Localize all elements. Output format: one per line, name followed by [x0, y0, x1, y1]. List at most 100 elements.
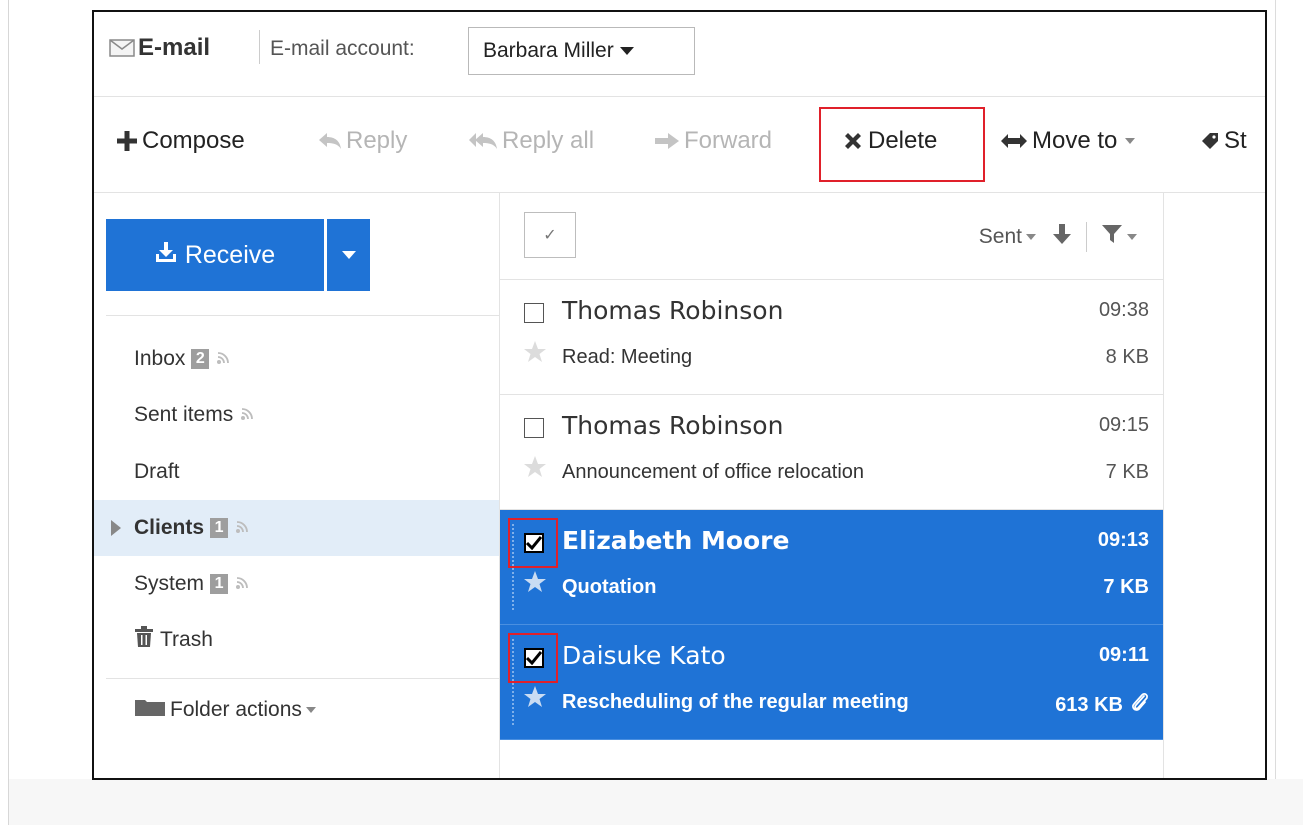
email-app-window: E-mail E-mail account: Barbara Miller Co…: [92, 10, 1267, 780]
message-subject: Rescheduling of the regular meeting: [562, 691, 909, 713]
sidebar-divider: [106, 678, 499, 679]
compose-button[interactable]: Compose: [116, 127, 245, 155]
sort-field-dropdown[interactable]: Sent: [979, 225, 1022, 249]
expand-arrow-icon[interactable]: [111, 520, 121, 536]
message-time: 09:11: [1098, 644, 1149, 666]
envelope-icon: [109, 39, 135, 57]
paperclip-icon: [1131, 691, 1149, 719]
receive-options-button[interactable]: [327, 219, 370, 291]
forward-label: Forward: [684, 127, 773, 154]
folder-label: System: [134, 572, 205, 595]
message-list-pane: ✓ Sent Thomas Robinson 09:38 Read: Meeti…: [500, 193, 1164, 778]
action-toolbar: Compose Reply Reply all Forward Delete M…: [94, 97, 1265, 193]
message-size-text: 613 KB: [1055, 693, 1123, 716]
star-icon[interactable]: [523, 340, 547, 369]
account-label: E-mail account:: [270, 37, 415, 60]
move-to-button[interactable]: Move to: [1000, 127, 1136, 155]
reply-all-arrow-icon: [468, 132, 498, 150]
sidebar-item-system[interactable]: System 1: [94, 556, 499, 612]
message-time: 09:13: [1097, 529, 1149, 551]
unread-count-badge: 1: [210, 518, 229, 538]
message-sender: Thomas Robinson: [562, 296, 784, 325]
rss-icon: [216, 347, 230, 371]
folder-actions-menu[interactable]: Folder actions: [134, 697, 316, 723]
folder-label: Trash: [160, 628, 213, 651]
sort-controls: Sent: [979, 222, 1137, 252]
checkbox-highlight-box: [508, 518, 558, 568]
star-icon[interactable]: [523, 455, 547, 484]
rss-icon: [235, 572, 249, 596]
account-dropdown[interactable]: Barbara Miller: [468, 27, 695, 75]
page-left-border: [8, 0, 9, 825]
sidebar-item-trash[interactable]: Trash: [94, 612, 499, 668]
reply-all-button[interactable]: Reply all: [468, 127, 594, 155]
reply-label: Reply: [346, 127, 408, 154]
folder-label: Inbox: [134, 347, 186, 370]
trash-icon: [134, 626, 154, 654]
message-checkbox[interactable]: [524, 303, 544, 323]
message-row[interactable]: Thomas Robinson 09:38 Read: Meeting 8 KB: [500, 280, 1163, 395]
star-button[interactable]: St: [1200, 127, 1247, 155]
message-subject: Read: Meeting: [562, 346, 693, 368]
sort-divider: [1086, 222, 1087, 252]
app-title-text: E-mail: [138, 34, 211, 61]
message-row[interactable]: Thomas Robinson 09:15 Announcement of of…: [500, 395, 1163, 510]
compose-label: Compose: [142, 127, 245, 154]
message-size-text: 7 KB: [1105, 461, 1149, 483]
sidebar-divider: [106, 315, 499, 316]
page-right-border: [1275, 0, 1276, 779]
plus-icon: [116, 130, 138, 152]
checkbox-highlight-box: [508, 633, 558, 683]
title-divider: [259, 30, 260, 64]
star-icon[interactable]: [523, 570, 547, 599]
account-value: Barbara Miller: [483, 39, 614, 62]
chevron-down-icon: [341, 251, 356, 259]
chevron-down-icon: [1125, 138, 1136, 144]
star-label: St: [1224, 127, 1247, 154]
message-size: 7 KB: [1106, 461, 1149, 484]
message-size-text: 7 KB: [1103, 576, 1149, 598]
reply-arrow-icon: [318, 132, 342, 150]
move-to-label: Move to: [1032, 127, 1118, 154]
receive-label: Receive: [184, 240, 276, 269]
delete-highlight-box: [819, 107, 985, 182]
sort-descending-icon[interactable]: [1052, 223, 1072, 251]
message-row-selected[interactable]: Daisuke Kato 09:11 Rescheduling of the r…: [500, 625, 1163, 740]
sidebar-item-draft[interactable]: Draft: [94, 444, 499, 500]
tag-icon: [1200, 131, 1220, 151]
sidebar-item-clients[interactable]: Clients 1: [94, 500, 499, 556]
reply-button[interactable]: Reply: [318, 127, 407, 155]
star-icon[interactable]: [523, 685, 547, 714]
checkmark-icon: ✓: [543, 227, 557, 244]
forward-button[interactable]: Forward: [654, 127, 772, 155]
sidebar-item-inbox[interactable]: Inbox 2: [94, 331, 499, 387]
message-time: 09:38: [1098, 299, 1149, 321]
sidebar-item-sent-items[interactable]: Sent items: [94, 387, 499, 443]
message-size: 613 KB: [1055, 691, 1149, 719]
chevron-down-icon: [619, 47, 634, 55]
forward-arrow-icon: [654, 132, 680, 150]
folder-label: Clients: [134, 516, 205, 539]
preview-pane: [1164, 193, 1265, 778]
unread-count-badge: 1: [210, 574, 229, 594]
chevron-down-icon: [1026, 234, 1036, 240]
page-footer-band: [9, 779, 1303, 825]
chevron-down-icon: [1127, 234, 1137, 240]
select-all-checkbox[interactable]: ✓: [524, 212, 576, 258]
move-arrows-icon: [1000, 133, 1028, 149]
message-time: 09:15: [1098, 414, 1149, 436]
folder-actions-label: Folder actions: [170, 698, 302, 721]
message-row-selected[interactable]: Elizabeth Moore 09:13 Quotation 7 KB: [500, 510, 1163, 625]
message-size-text: 8 KB: [1105, 346, 1149, 368]
unread-count-badge: 2: [191, 349, 210, 369]
message-size: 7 KB: [1103, 576, 1149, 599]
folder-sidebar: Receive Inbox 2 Sent items Draft Clients…: [94, 193, 500, 778]
message-checkbox[interactable]: [524, 418, 544, 438]
reply-all-label: Reply all: [502, 127, 595, 154]
message-sender: Elizabeth Moore: [562, 526, 790, 555]
folder-icon: [134, 697, 166, 723]
message-subject: Announcement of office relocation: [562, 461, 865, 483]
receive-button[interactable]: Receive: [106, 219, 324, 291]
message-sender: Thomas Robinson: [562, 411, 784, 440]
filter-icon[interactable]: [1101, 224, 1123, 250]
